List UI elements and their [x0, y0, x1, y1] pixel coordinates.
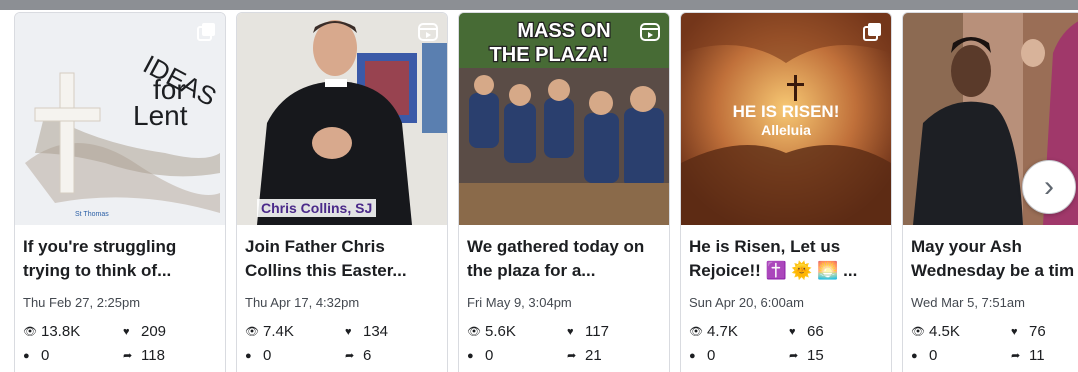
- mass-on-plaza-image: MASS ON THE PLAZA!: [459, 13, 669, 225]
- comments-stat: ● 0: [23, 347, 50, 364]
- comment-icon: ●: [689, 350, 696, 362]
- carousel-icon: [197, 23, 215, 41]
- share-arrow-icon: ➦: [1011, 350, 1021, 362]
- views-stat: 👁 7.4K: [245, 323, 294, 340]
- reel-icon: [640, 23, 660, 41]
- heart-icon: ♥: [123, 326, 130, 338]
- post-thumbnail[interactable]: MASS ON THE PLAZA!: [459, 13, 669, 225]
- post-card[interactable]: IDEAS for Lent St Thomas If you're strug…: [14, 12, 226, 372]
- views-stat: 👁 4.5K: [911, 323, 960, 340]
- share-arrow-icon: ➦: [789, 350, 799, 362]
- heart-icon: ♥: [1011, 326, 1018, 338]
- post-date: Thu Apr 17, 4:32pm: [245, 295, 360, 310]
- comment-icon: ●: [245, 350, 252, 362]
- share-arrow-icon: ➦: [345, 350, 355, 362]
- comments-stat: ● 0: [911, 347, 938, 364]
- post-date: Thu Feb 27, 2:25pm: [23, 295, 141, 310]
- post-caption[interactable]: He is Risen, Let us Rejoice!! ✝️ 🌞 🌅 ...: [689, 235, 887, 283]
- post-card[interactable]: Chris Collins, SJ Join Father Chris Coll…: [236, 12, 448, 372]
- eye-icon: 👁: [467, 326, 481, 338]
- likes-stat: ♥ 66: [789, 323, 824, 340]
- post-date: Fri May 9, 3:04pm: [467, 295, 572, 310]
- post-date: Wed Mar 5, 7:51am: [911, 295, 1025, 310]
- carousel-next-button[interactable]: ›: [1022, 160, 1076, 214]
- post-date: Sun Apr 20, 6:00am: [689, 295, 804, 310]
- post-caption[interactable]: Join Father Chris Collins this Easter...: [245, 235, 443, 283]
- shares-stat: ➦ 118: [123, 347, 165, 364]
- comment-icon: ●: [467, 350, 474, 362]
- likes-stat: ♥ 76: [1011, 323, 1046, 340]
- video-name-overlay: Chris Collins, SJ: [257, 199, 377, 217]
- chevron-right-icon: ›: [1044, 170, 1054, 203]
- thumb-subtitle: Alleluia: [761, 122, 811, 138]
- window-top-bar: [0, 0, 1078, 10]
- thumb-title: THE PLAZA!: [490, 44, 609, 66]
- shares-stat: ➦ 11: [1011, 347, 1045, 364]
- views-stat: 👁 4.7K: [689, 323, 738, 340]
- eye-icon: 👁: [23, 326, 37, 338]
- eye-icon: 👁: [689, 326, 703, 338]
- comment-icon: ●: [911, 350, 918, 362]
- post-thumbnail[interactable]: Chris Collins, SJ: [237, 13, 447, 225]
- likes-stat: ♥ 117: [567, 323, 609, 340]
- thumb-title: Lent: [133, 100, 188, 131]
- post-card[interactable]: MASS ON THE PLAZA! We gathered today on …: [458, 12, 670, 372]
- heart-icon: ♥: [345, 326, 352, 338]
- shares-stat: ➦ 15: [789, 347, 824, 364]
- post-thumbnail[interactable]: IDEAS for Lent St Thomas: [15, 13, 225, 225]
- comments-stat: ● 0: [467, 347, 494, 364]
- heart-icon: ♥: [567, 326, 574, 338]
- thumb-title: HE IS RISEN!: [733, 102, 840, 121]
- thumb-small-logo: St Thomas: [75, 211, 109, 218]
- comments-stat: ● 0: [245, 347, 272, 364]
- post-thumbnail[interactable]: HE IS RISEN! Alleluia: [681, 13, 891, 225]
- eye-icon: 👁: [245, 326, 259, 338]
- he-is-risen-image: HE IS RISEN! Alleluia: [681, 13, 891, 225]
- views-stat: 👁 13.8K: [23, 323, 81, 340]
- comment-icon: ●: [23, 350, 30, 362]
- likes-stat: ♥ 134: [345, 323, 389, 340]
- ideas-for-lent-image: IDEAS for Lent St Thomas: [15, 13, 225, 225]
- share-arrow-icon: ➦: [567, 350, 577, 362]
- post-caption[interactable]: May your Ash Wednesday be a tim: [911, 235, 1078, 283]
- reel-icon: [418, 23, 438, 41]
- likes-stat: ♥ 209: [123, 323, 167, 340]
- views-stat: 👁 5.6K: [467, 323, 516, 340]
- post-caption[interactable]: We gathered today on the plaza for a...: [467, 235, 665, 283]
- post-card[interactable]: HE IS RISEN! Alleluia He is Risen, Let u…: [680, 12, 892, 372]
- shares-stat: ➦ 21: [567, 347, 602, 364]
- carousel-icon: [863, 23, 881, 41]
- thumb-title: MASS ON: [517, 20, 610, 42]
- heart-icon: ♥: [789, 326, 796, 338]
- post-carousel: IDEAS for Lent St Thomas If you're strug…: [0, 10, 1078, 372]
- shares-stat: ➦ 6: [345, 347, 372, 364]
- share-arrow-icon: ➦: [123, 350, 133, 362]
- eye-icon: 👁: [911, 326, 925, 338]
- priest-video-image: [237, 13, 447, 225]
- post-caption[interactable]: If you're struggling trying to think of.…: [23, 235, 221, 283]
- comments-stat: ● 0: [689, 347, 716, 364]
